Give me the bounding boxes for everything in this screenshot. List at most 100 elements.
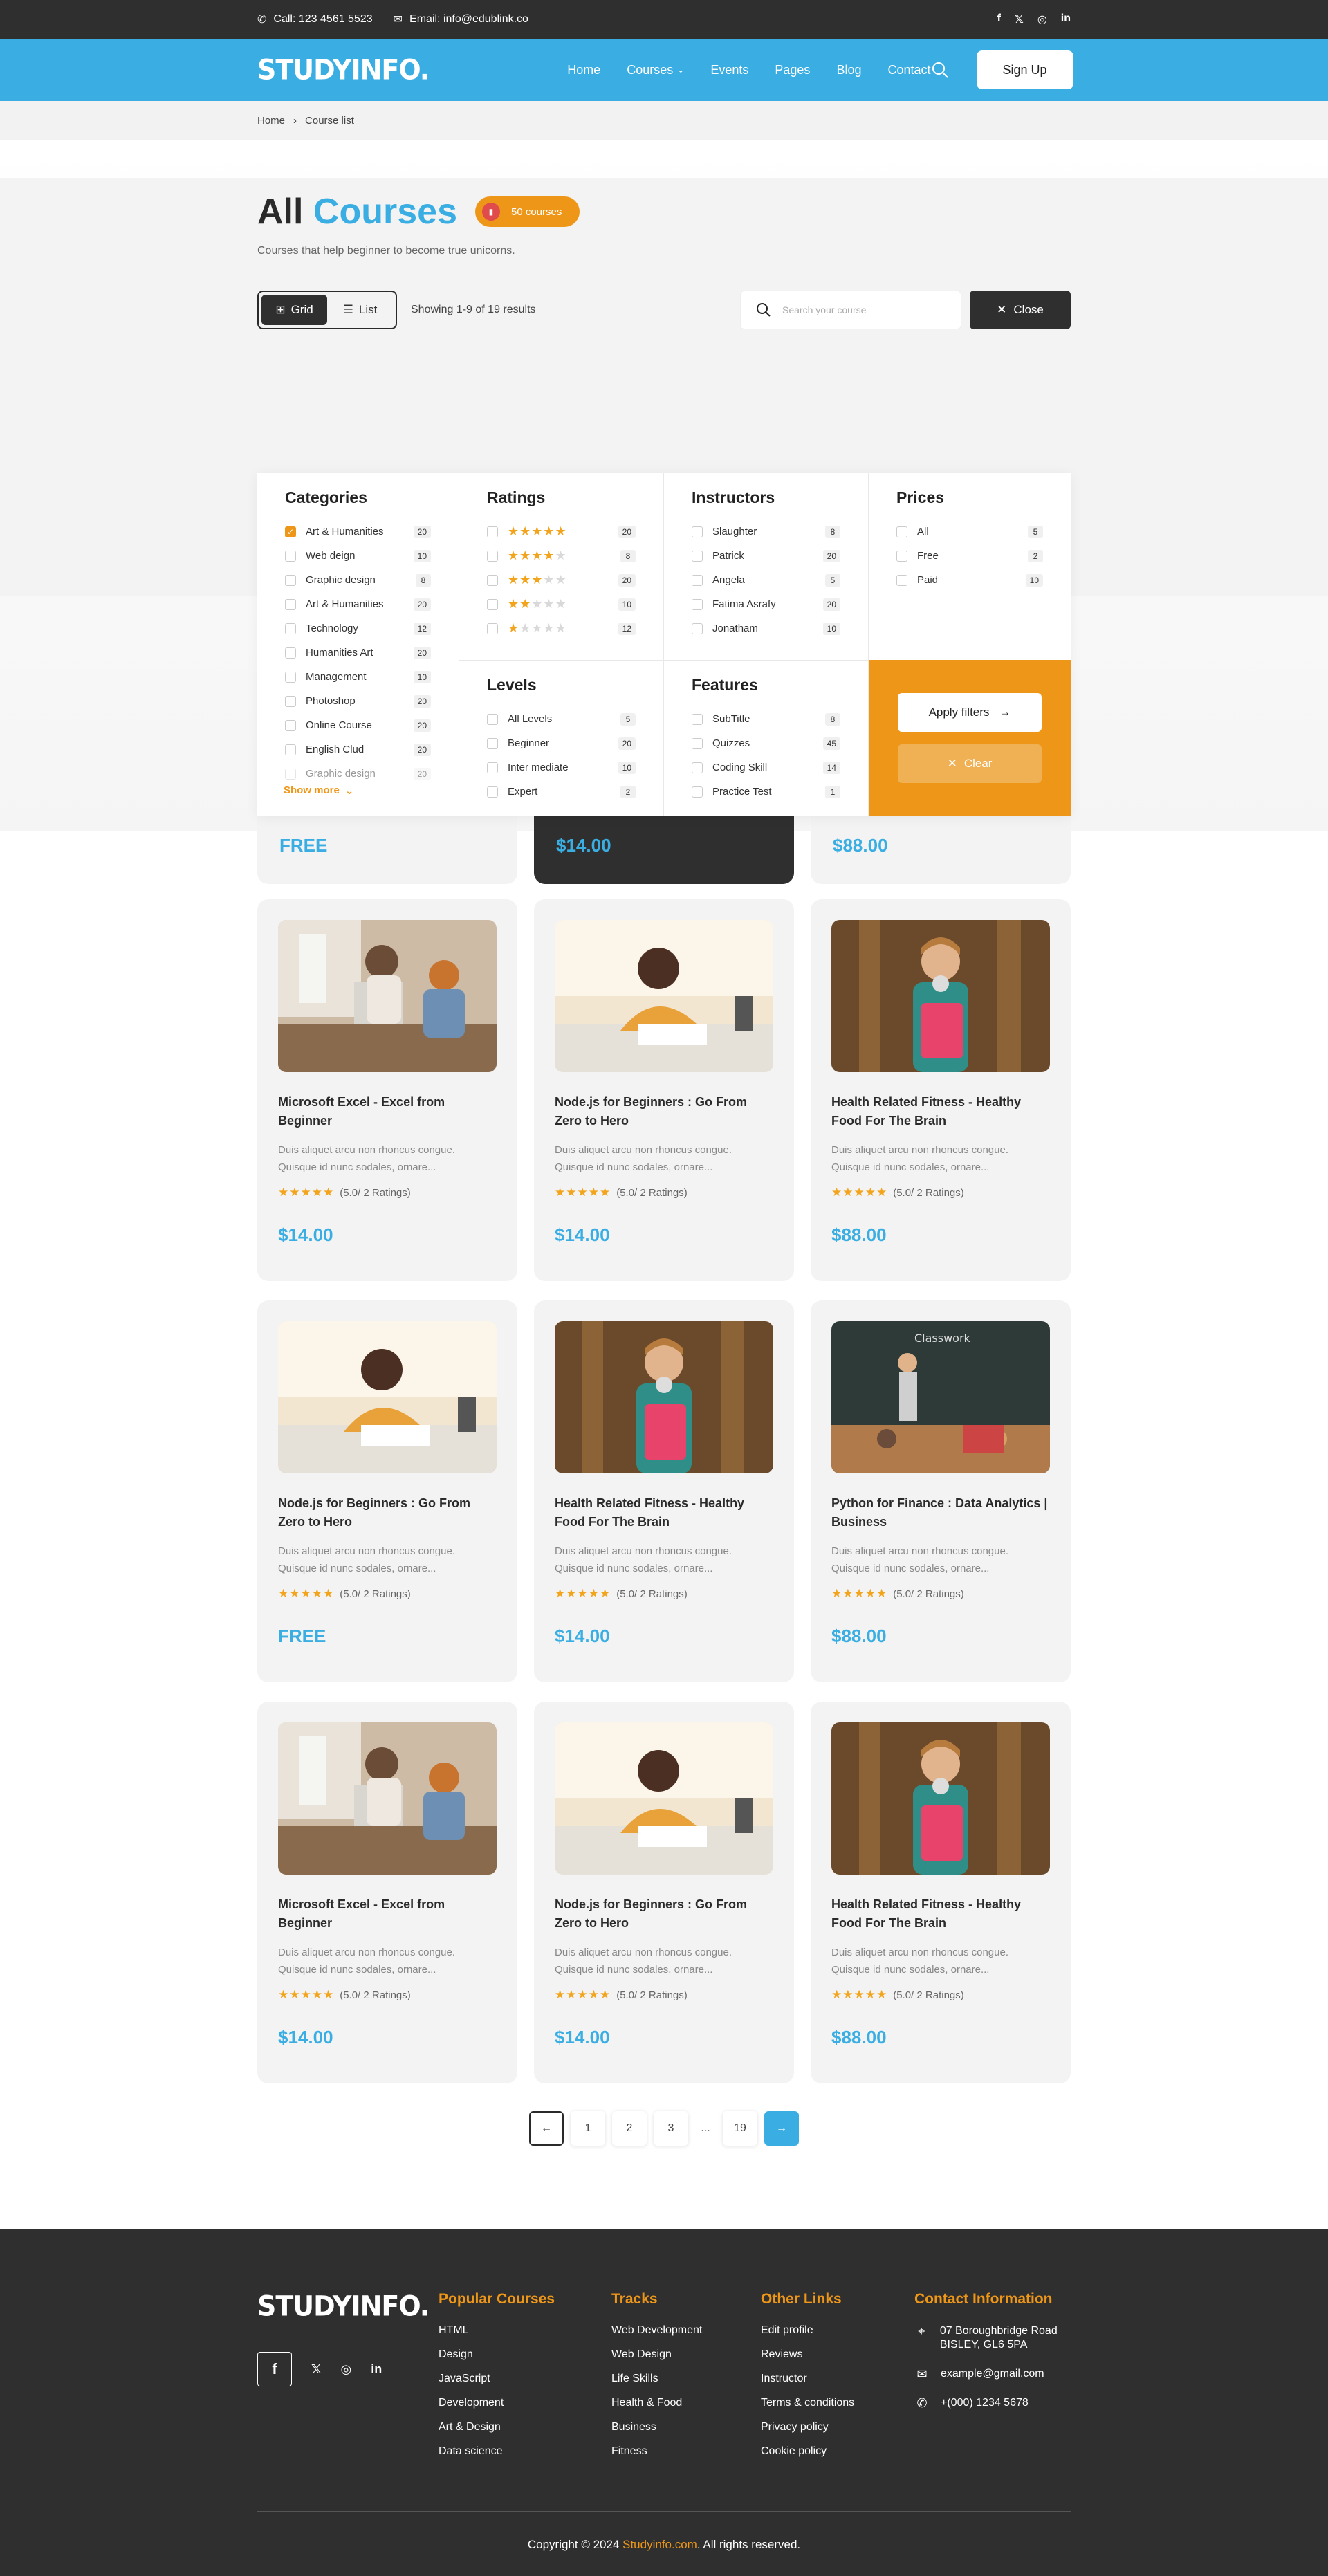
footer-link[interactable]: Business <box>611 2421 761 2445</box>
filter-option[interactable]: Online Course 20 <box>285 713 431 737</box>
footer-link[interactable]: Cookie policy <box>761 2445 914 2469</box>
checkbox[interactable] <box>896 550 907 562</box>
course-title[interactable]: Health Related Fitness - Healthy Food Fo… <box>831 1895 1050 1933</box>
checkbox[interactable] <box>896 574 907 586</box>
footer-link[interactable]: HTML <box>439 2324 611 2348</box>
course-title[interactable]: Health Related Fitness - Healthy Food Fo… <box>831 1093 1050 1130</box>
clear-filters-button[interactable]: ✕ Clear <box>898 744 1042 783</box>
page-button[interactable]: 2 <box>612 2111 647 2146</box>
linkedin-icon[interactable]: in <box>1061 12 1071 26</box>
footer-link[interactable]: JavaScript <box>439 2373 611 2397</box>
course-card-partial[interactable]: $88.00 <box>811 811 1071 884</box>
facebook-icon[interactable]: f <box>997 12 1001 26</box>
footer-link[interactable]: Web Development <box>611 2324 761 2348</box>
filter-option[interactable]: All Levels 5 <box>487 707 636 731</box>
x-icon[interactable]: 𝕏 <box>311 2362 322 2377</box>
prev-page-button[interactable]: ← <box>529 2111 564 2146</box>
filter-option[interactable]: Expert 2 <box>487 780 636 804</box>
checkbox[interactable] <box>487 526 498 537</box>
course-title[interactable]: Node.js for Beginners : Go From Zero to … <box>555 1093 773 1130</box>
rating-option[interactable]: ★★★★★ 12 <box>487 616 636 641</box>
checkbox[interactable] <box>285 719 296 731</box>
course-thumbnail[interactable] <box>555 1722 773 1875</box>
copyright-link[interactable]: Studyinfo.com <box>622 2538 697 2552</box>
filter-option[interactable]: Photoshop 20 <box>285 689 431 713</box>
footer-link[interactable]: Data science <box>439 2445 611 2469</box>
course-card[interactable]: Node.js for Beginners : Go From Zero to … <box>534 899 794 1281</box>
course-search-input[interactable]: Search your course <box>740 291 961 329</box>
filter-option[interactable]: Fatima Asrafy 20 <box>692 592 840 616</box>
page-button[interactable]: 19 <box>723 2111 757 2146</box>
course-title[interactable]: Microsoft Excel - Excel from Beginner <box>278 1093 497 1130</box>
course-card[interactable]: Node.js for Beginners : Go From Zero to … <box>534 1702 794 2083</box>
filter-option[interactable]: Jonatham 10 <box>692 616 840 641</box>
filter-option[interactable]: Quizzes 45 <box>692 731 840 755</box>
show-more-button[interactable]: Show more ⌄ <box>284 784 354 797</box>
filter-option[interactable]: SubTitle 8 <box>692 707 840 731</box>
filter-option[interactable]: Free 2 <box>896 544 1043 568</box>
footer-link[interactable]: Web Design <box>611 2348 761 2373</box>
footer-link[interactable]: Development <box>439 2397 611 2421</box>
checkbox[interactable] <box>285 671 296 683</box>
checkbox[interactable] <box>692 623 703 634</box>
checkbox[interactable] <box>285 744 296 755</box>
course-card[interactable]: Health Related Fitness - Healthy Food Fo… <box>811 899 1071 1281</box>
checkbox[interactable] <box>487 762 498 773</box>
checkbox[interactable] <box>487 598 498 610</box>
instagram-icon[interactable]: ◎ <box>1038 12 1047 26</box>
course-thumbnail[interactable] <box>278 1321 497 1473</box>
course-card[interactable]: Classwork Python for Finance : Data Analy… <box>811 1300 1071 1682</box>
filter-option[interactable]: Beginner 20 <box>487 731 636 755</box>
filter-option[interactable]: English Clud 20 <box>285 737 431 762</box>
footer-link[interactable]: Reviews <box>761 2348 914 2373</box>
footer-link[interactable]: Art & Design <box>439 2421 611 2445</box>
filter-option[interactable]: Graphic design 8 <box>285 568 431 592</box>
logo[interactable]: STUDYINFO. <box>257 54 430 86</box>
nav-courses[interactable]: Courses ⌄ <box>627 63 684 77</box>
footer-link[interactable]: Design <box>439 2348 611 2373</box>
checkbox[interactable] <box>487 737 498 749</box>
rating-option[interactable]: ★★★★★ 8 <box>487 544 636 568</box>
checkbox[interactable] <box>487 713 498 725</box>
course-thumbnail[interactable] <box>278 1722 497 1875</box>
checkbox[interactable] <box>285 598 296 610</box>
nav-blog[interactable]: Blog <box>836 63 861 77</box>
course-thumbnail[interactable] <box>555 920 773 1072</box>
checkbox[interactable] <box>692 737 703 749</box>
facebook-icon[interactable]: f <box>257 2352 292 2386</box>
email-info[interactable]: ✉ Email: info@edublink.co <box>394 12 528 26</box>
course-thumbnail[interactable]: Classwork <box>831 1321 1050 1473</box>
footer-link[interactable]: Privacy policy <box>761 2421 914 2445</box>
checkbox[interactable] <box>692 550 703 562</box>
rating-option[interactable]: ★★★★★ 20 <box>487 568 636 592</box>
filter-option[interactable]: Technology 12 <box>285 616 431 641</box>
checkbox[interactable] <box>692 526 703 537</box>
checkbox[interactable] <box>487 786 498 798</box>
filter-option[interactable]: Graphic design 20 <box>285 762 431 786</box>
filter-option[interactable]: Coding Skill 14 <box>692 755 840 780</box>
checkbox[interactable] <box>487 574 498 586</box>
nav-pages[interactable]: Pages <box>775 63 810 77</box>
next-page-button[interactable]: → <box>764 2111 799 2146</box>
course-title[interactable]: Microsoft Excel - Excel from Beginner <box>278 1895 497 1933</box>
course-card[interactable]: Microsoft Excel - Excel from Beginner Dui… <box>257 1702 517 2083</box>
checkbox[interactable] <box>487 550 498 562</box>
rating-option[interactable]: ★★★★★ 10 <box>487 592 636 616</box>
checkbox[interactable] <box>896 526 907 537</box>
close-filter-button[interactable]: ✕ Close <box>970 291 1071 329</box>
filter-option[interactable]: Web deign 10 <box>285 544 431 568</box>
contact-phone[interactable]: +(000) 1234 5678 <box>941 2396 1029 2410</box>
course-card[interactable]: Microsoft Excel - Excel from Beginner Dui… <box>257 899 517 1281</box>
checkbox[interactable] <box>692 762 703 773</box>
contact-email[interactable]: example@gmail.com <box>941 2367 1044 2381</box>
filter-option[interactable]: ✓ Art & Humanities 20 <box>285 519 431 544</box>
checkbox[interactable] <box>285 695 296 707</box>
course-card[interactable]: Health Related Fitness - Healthy Food Fo… <box>811 1702 1071 2083</box>
footer-logo[interactable]: STUDYINFO. <box>257 2290 439 2322</box>
grid-view-button[interactable]: ⊞ Grid <box>261 295 327 325</box>
breadcrumb-home[interactable]: Home <box>257 115 285 127</box>
course-title[interactable]: Python for Finance : Data Analytics | Bu… <box>831 1494 1050 1531</box>
course-card-partial[interactable]: FREE <box>257 811 517 884</box>
course-card[interactable]: Node.js for Beginners : Go From Zero to … <box>257 1300 517 1682</box>
checkbox[interactable] <box>692 598 703 610</box>
